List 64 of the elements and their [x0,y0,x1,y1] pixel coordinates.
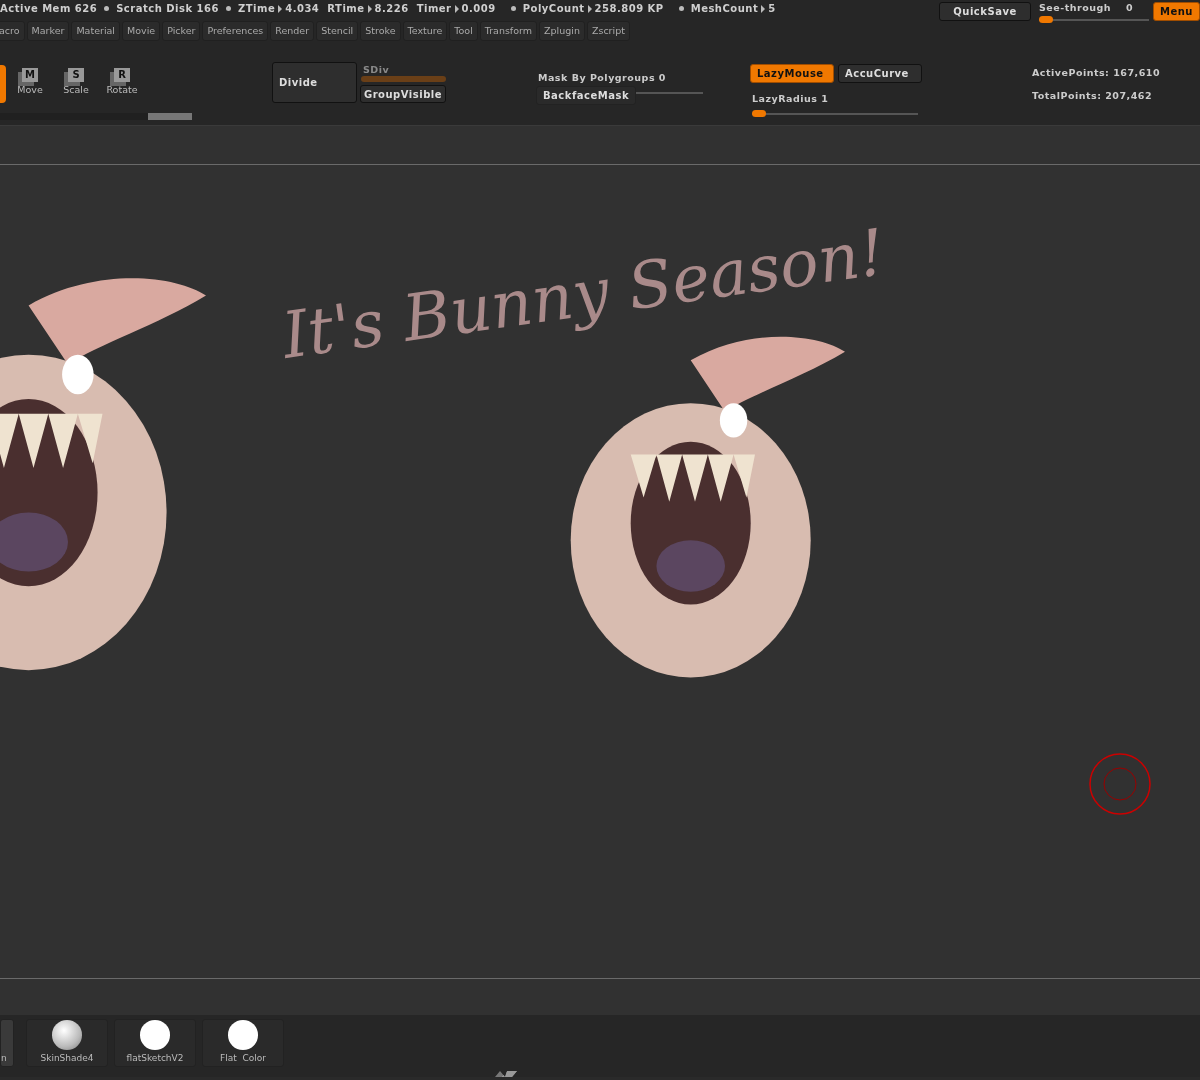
status-value: 5 [768,2,776,16]
status-label: RTime [327,2,365,16]
material-sphere-icon [228,1020,258,1050]
toggle-button[interactable]: LazyMouse [750,64,834,83]
slider-thumb[interactable] [1039,15,1053,23]
backface-mask-button[interactable]: BackfaceMask [536,86,637,105]
arrow-icon [761,4,766,13]
group-visible-button[interactable]: GroupVisible [360,85,446,103]
status-label: MeshCount [690,2,759,16]
material-tile[interactable]: n [0,1019,14,1067]
slider-label: LazyRadius 1 [752,93,829,104]
arrow-icon [454,4,459,13]
menu-item[interactable]: Tool [449,20,478,42]
arrow-icon [278,4,283,13]
collapse-arrows-icon[interactable] [495,1071,517,1077]
transform-tool-button[interactable]: R Rotate [106,68,138,98]
menu-item[interactable]: Stencil [316,20,359,42]
status-label: PolyCount [522,2,585,16]
dot-icon [510,6,516,11]
slider-label: See-through [1039,1,1112,16]
menu-item[interactable]: Material [71,20,120,42]
menu-item[interactable]: Texture [402,20,448,42]
menu-item[interactable]: Render [270,20,315,42]
stat-text: TotalPoints: 207,462 [1032,89,1154,104]
menu-item[interactable]: Transform [479,20,538,42]
divide-button[interactable]: Divide [272,62,357,103]
arrow-icon [587,4,592,13]
material-sphere-icon [140,1020,170,1050]
status-label: ZTime [238,2,276,16]
menu-item[interactable]: Movie [122,20,161,42]
menu-item[interactable]: Picker [162,20,201,42]
menu-item[interactable]: acro [0,20,25,42]
status-value: 0.009 [461,2,496,16]
material-tile[interactable]: Flat Color [202,1019,284,1067]
dot-icon [226,6,231,11]
dot-icon [104,6,110,11]
status-text: Active Mem 626 [0,2,98,16]
material-sphere-icon [52,1020,82,1050]
transform-tool-button[interactable]: M Move [14,68,46,98]
slider-label: SDiv [363,63,390,77]
menu-item[interactable]: Zscript [586,20,630,42]
status-label: Timer [416,2,452,16]
slider-value: 0 [1125,1,1133,16]
toggle-button[interactable]: AccuCurve [838,64,922,83]
material-tile[interactable]: flatSketchV2 [114,1019,196,1067]
stat-text: ActivePoints: 167,610 [1032,66,1160,80]
dot-icon [678,6,684,11]
brush-cursor-icon [1089,753,1151,815]
slider-thumb[interactable] [752,110,766,117]
status-value: 8.226 [374,2,409,16]
transform-tool-button[interactable]: S Scale [60,68,92,98]
quicksave-button[interactable]: QuickSave [939,1,1031,21]
menu-item[interactable]: Zplugin [539,20,585,42]
status-text: Scratch Disk 166 [116,2,219,16]
slider-label: Mask By Polygroups 0 [538,72,666,83]
menu-item[interactable]: Stroke [360,20,401,42]
handwritten-text: It's Bunny Season! [276,214,891,375]
status-value: 4.034 [285,2,320,16]
arrow-icon [367,4,372,13]
menu-item[interactable]: Preferences [202,20,269,42]
material-tile[interactable]: SkinShade4 [26,1019,108,1067]
menu-button[interactable]: Menu [1153,1,1200,21]
menu-item[interactable]: Marker [26,20,70,42]
status-value: 258.809 KP [594,2,664,16]
